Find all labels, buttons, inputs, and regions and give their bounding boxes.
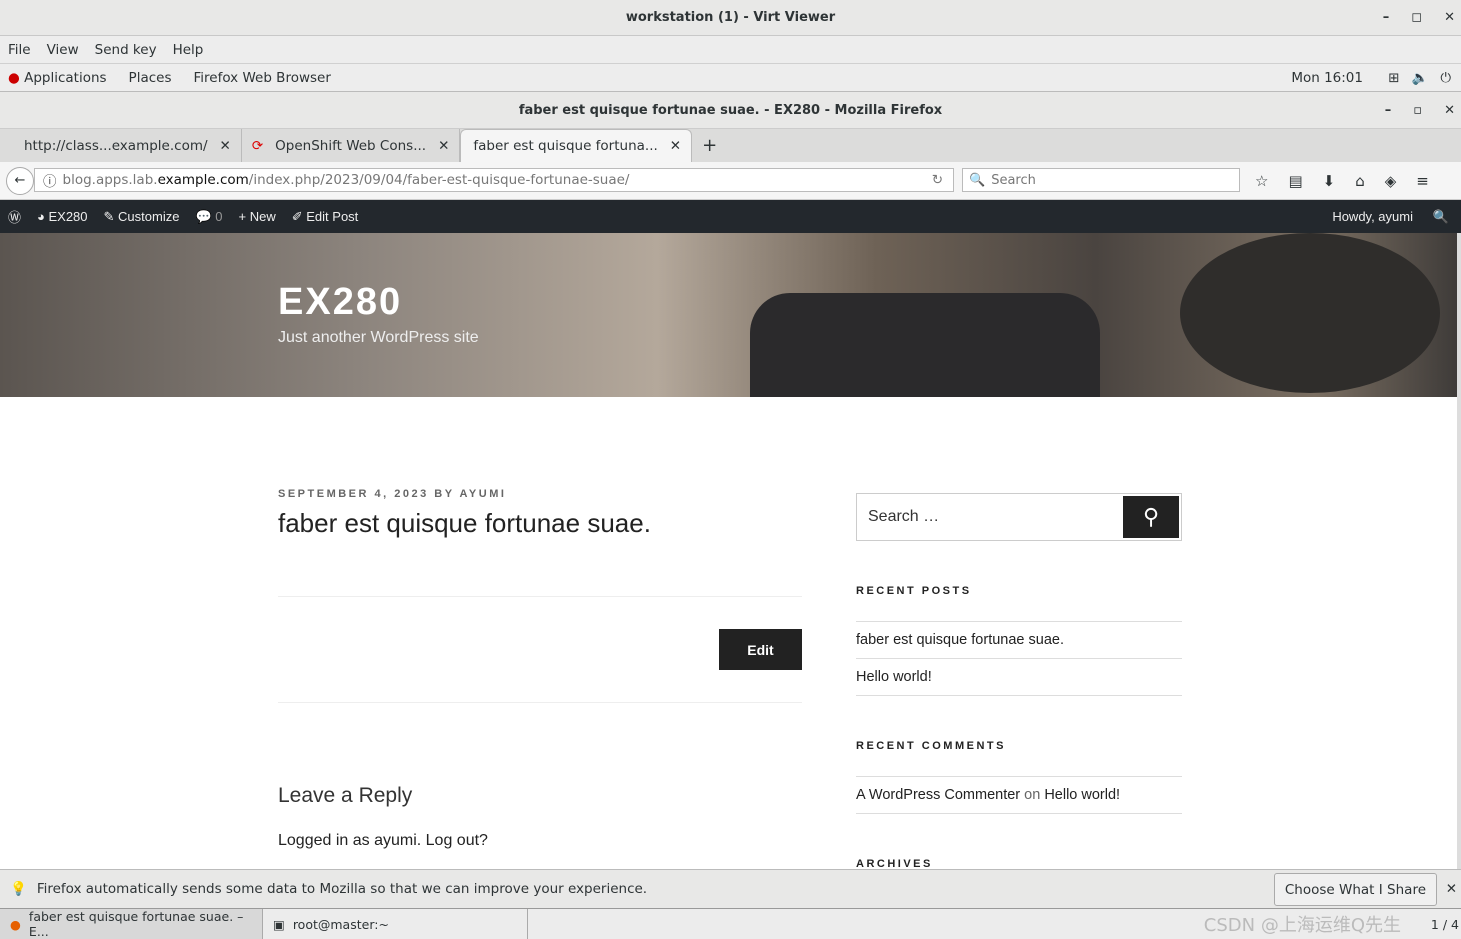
minimize-icon[interactable]: – [1383,10,1390,25]
admin-search-icon[interactable]: 🔍 [1433,209,1449,225]
admin-site-link[interactable]: ◕ EX280 [37,209,88,224]
gnome-panel: ● Applications Places Firefox Web Browse… [0,64,1461,92]
logged-in-text[interactable]: Logged in as ayumi. Log out? [278,832,488,850]
choose-what-i-share-button[interactable]: Choose What I Share [1273,873,1437,906]
volume-icon[interactable]: 🔈 [1412,70,1429,86]
tab-post[interactable]: faber est quisque fortuna... ✕ [460,129,693,162]
pocket-icon[interactable]: ◈ [1385,172,1397,190]
recent-post-link[interactable]: faber est quisque fortunae suae. [856,621,1182,658]
wordpress-logo-icon[interactable]: Ⓦ [8,207,21,226]
comment-post-link[interactable]: Hello world! [1044,787,1120,803]
close-icon[interactable]: ✕ [1444,10,1455,25]
firefox-icon: ● [10,916,21,932]
menu-view[interactable]: View [47,42,79,58]
back-button[interactable]: ← [6,167,34,195]
close-tab-icon[interactable]: ✕ [438,138,449,154]
search-bar[interactable]: 🔍 Search [962,168,1240,192]
edit-post-button[interactable]: Edit [719,629,802,670]
taskbar-item-terminal[interactable]: ▣ root@master:~ [263,909,528,939]
power-icon[interactable]: ⏻ [1440,70,1451,86]
home-icon[interactable]: ⌂ [1355,172,1365,190]
tab-classroom[interactable]: http://class...example.com/✕ [0,129,242,162]
recent-post-link[interactable]: Hello world! [856,658,1182,696]
network-icon[interactable]: ⊞ [1388,70,1399,86]
sidebar-search: Search … ⚲ [856,493,1182,541]
post-title: faber est quisque fortunae suae. [278,508,651,538]
menu-help[interactable]: Help [173,42,204,58]
sidebar-search-input[interactable]: Search … [857,508,1123,526]
url-bar[interactable]: ⓘ blog.apps.lab. example.com/index.php/20… [34,168,954,192]
firefox-titlebar: faber est quisque fortunae suae. - EX280… [0,92,1461,129]
site-tagline: Just another WordPress site [278,329,479,346]
close-tab-icon[interactable]: ✕ [670,138,681,154]
maximize-icon[interactable]: ▫ [1413,103,1422,118]
viewer-menubar: File View Send key Help [0,36,1461,64]
reload-icon[interactable]: ↻ [932,172,943,188]
recent-posts-title: Recent Posts [856,585,972,597]
menu-send-key[interactable]: Send key [95,42,157,58]
reading-list-icon[interactable]: ▤ [1288,172,1302,190]
recent-comment: A WordPress Commenter on Hello world! [856,776,1182,814]
firefox-title: faber est quisque fortunae suae. - EX280… [518,102,943,118]
minimize-icon[interactable]: – [1385,103,1392,118]
navigation-toolbar: ← ⓘ blog.apps.lab. example.com/index.php/… [0,162,1461,200]
lightbulb-icon: 💡 [10,881,27,897]
redhat-icon: ● [8,69,20,86]
site-title[interactable]: EX280 [278,281,402,324]
scrollbar[interactable] [1457,233,1461,869]
download-icon[interactable]: ⬇ [1323,172,1336,190]
tab-openshift[interactable]: ⟳ OpenShift Web Cons... ✕ [242,129,461,162]
new-tab-button[interactable]: + [702,135,717,156]
menu-file[interactable]: File [8,42,31,58]
notification-text: Firefox automatically sends some data to… [36,881,648,897]
taskbar: ● faber est quisque fortunae suae. – E...… [0,908,1461,939]
close-icon[interactable]: ✕ [1444,103,1455,118]
watermark: CSDN @上海运维Q先生 [1203,915,1401,936]
notification-bar: 💡 Firefox automatically sends some data … [0,869,1461,908]
search-submit-button[interactable]: ⚲ [1123,496,1179,538]
close-tab-icon[interactable]: ✕ [220,138,231,154]
divider [278,702,802,703]
admin-new-link[interactable]: + New [239,209,276,224]
plant-pot-image [750,293,1100,397]
taskbar-item-firefox[interactable]: ● faber est quisque fortunae suae. – E... [0,909,263,939]
hamburger-menu-icon[interactable]: ≡ [1416,172,1429,190]
header-image: EX280 Just another WordPress site [0,233,1461,397]
reply-title: Leave a Reply [278,784,413,807]
admin-edit-post-link[interactable]: ✐ Edit Post [292,209,359,225]
comment-author-link[interactable]: A WordPress Commenter [856,787,1020,803]
terminal-icon: ▣ [273,916,285,932]
post-meta: September 4, 2023 by ayumi [278,488,507,500]
maximize-icon[interactable]: ◻ [1411,10,1422,25]
clock[interactable]: Mon 16:01 [1291,70,1363,86]
admin-comments-link[interactable]: 💬 0 [195,209,222,225]
wp-admin-bar: Ⓦ ◕ EX280 ✎ Customize 💬 0 + New ✐ Edit P… [0,200,1461,233]
close-notification-icon[interactable]: ✕ [1446,881,1457,897]
howdy-account[interactable]: Howdy, ayumi [1332,209,1413,224]
info-icon[interactable]: ⓘ [35,170,63,190]
workspace-pager[interactable]: 1 / 4 [1431,917,1459,932]
places-menu[interactable]: Places [129,70,172,86]
openshift-icon: ⟳ [251,137,264,154]
viewer-title: workstation (1) - Virt Viewer [625,10,836,25]
divider [278,596,802,597]
admin-customize-link[interactable]: ✎ Customize [104,209,180,225]
firefox-app-menu[interactable]: Firefox Web Browser [193,70,330,86]
viewer-titlebar: workstation (1) - Virt Viewer – ◻ ✕ [0,0,1461,36]
search-icon: 🔍 [969,172,986,188]
applications-menu[interactable]: ● Applications [8,70,107,86]
recent-comments-title: Recent Comments [856,740,1006,752]
tab-strip: http://class...example.com/✕ ⟳ OpenShift … [0,129,1461,162]
bookmark-star-icon[interactable]: ☆ [1255,172,1268,190]
